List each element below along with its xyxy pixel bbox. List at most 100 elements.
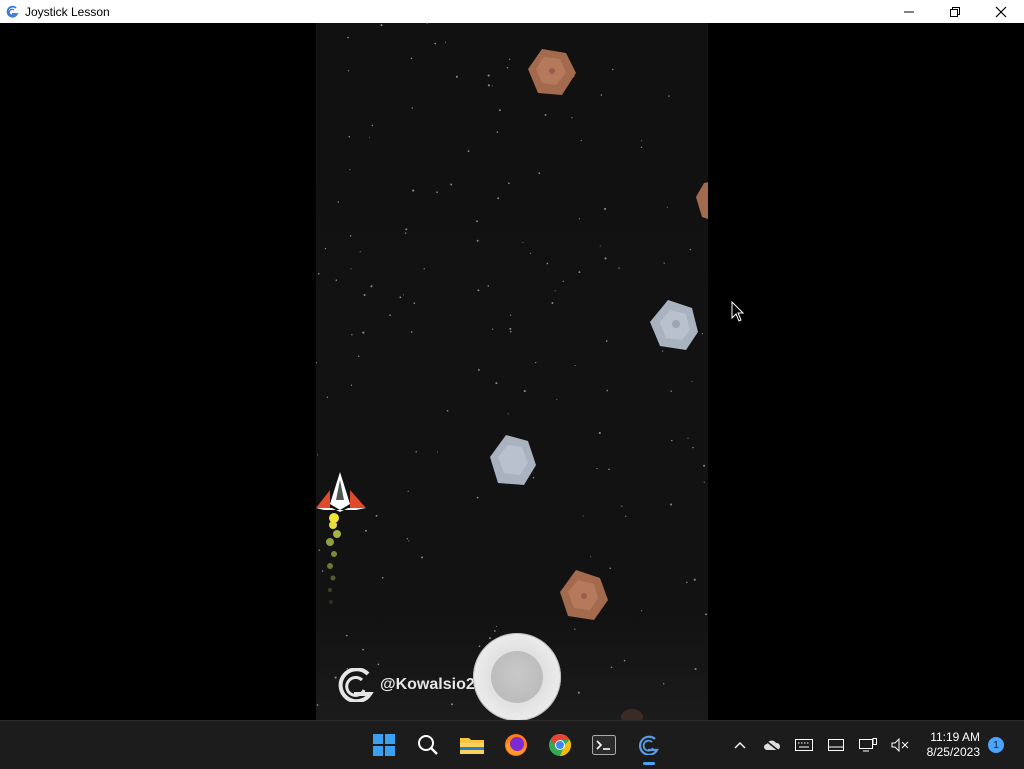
terminal-button[interactable] [582, 721, 626, 769]
star [369, 137, 371, 139]
file-explorer-button[interactable] [450, 721, 494, 769]
star [691, 381, 693, 383]
star [415, 451, 417, 453]
star [375, 514, 378, 517]
asteroid-gray [650, 300, 698, 350]
chrome-icon [549, 734, 571, 756]
star [445, 41, 447, 43]
star [556, 399, 558, 401]
star [606, 389, 609, 392]
star [590, 556, 592, 558]
star [477, 368, 480, 371]
star [420, 556, 424, 559]
star [603, 207, 607, 210]
star [663, 262, 665, 264]
search-icon [418, 735, 438, 755]
star [668, 95, 670, 97]
title-bar: Joystick Lesson [0, 0, 1024, 23]
star [692, 446, 694, 449]
search-button[interactable] [406, 721, 450, 769]
star [324, 247, 327, 250]
star [335, 279, 338, 281]
star [363, 294, 366, 296]
star [494, 630, 496, 632]
star [618, 267, 620, 269]
star [612, 68, 614, 71]
restore-icon [950, 6, 960, 17]
star [410, 331, 413, 333]
clock-date: 8/25/2023 [926, 745, 980, 759]
star [371, 124, 374, 127]
star [694, 667, 697, 671]
joystick-thumb[interactable] [491, 651, 543, 703]
star [347, 70, 350, 72]
show-hidden-icons-button[interactable] [724, 721, 756, 769]
star [641, 140, 643, 142]
star [477, 289, 480, 292]
star [666, 206, 668, 208]
star [402, 294, 405, 296]
asteroid-brown [528, 49, 576, 95]
volume-tray[interactable] [884, 721, 916, 769]
star [489, 637, 491, 640]
star [670, 503, 673, 506]
star [703, 481, 705, 483]
minimize-icon [904, 11, 914, 12]
star [467, 150, 470, 153]
keyboard-tray[interactable] [788, 721, 820, 769]
star [377, 663, 380, 666]
star [662, 682, 665, 685]
star [497, 197, 500, 200]
game-viewport[interactable]: @Kowalsio212 [316, 23, 708, 720]
gdevelop-taskbar-button[interactable] [626, 721, 670, 769]
close-button[interactable] [978, 0, 1024, 23]
onedrive-tray[interactable] [756, 721, 788, 769]
notification-badge[interactable]: 1 [988, 737, 1004, 753]
star [412, 189, 415, 192]
network-tray[interactable] [852, 721, 884, 769]
keyboard-icon [795, 739, 813, 751]
restore-button[interactable] [932, 0, 978, 23]
minimize-button[interactable] [886, 0, 932, 23]
star [529, 252, 531, 254]
star [705, 613, 707, 616]
terminal-icon [592, 735, 616, 755]
star [476, 496, 479, 499]
star [604, 257, 607, 260]
star [316, 454, 319, 456]
chrome-button[interactable] [538, 721, 582, 769]
star [574, 364, 576, 367]
start-button[interactable] [362, 721, 406, 769]
star [399, 296, 402, 299]
star [450, 183, 453, 186]
star [641, 610, 643, 612]
star [578, 271, 581, 274]
game-canvas-area: @Kowalsio212 [0, 23, 1024, 720]
star [582, 515, 584, 517]
star [508, 182, 510, 185]
star [580, 139, 582, 142]
clock[interactable]: 11:19 AM 8/25/2023 [916, 730, 980, 760]
virtual-joystick[interactable] [473, 633, 561, 720]
star [426, 23, 429, 24]
star [492, 328, 494, 330]
star [487, 285, 490, 287]
star [423, 268, 425, 270]
star [350, 268, 352, 270]
star [389, 314, 391, 317]
star [408, 540, 410, 542]
star [404, 232, 407, 234]
star [436, 191, 438, 194]
star [491, 85, 494, 87]
star [326, 396, 329, 398]
star [496, 131, 499, 133]
star [623, 659, 626, 662]
star [578, 218, 580, 220]
display-tray[interactable] [820, 721, 852, 769]
starfield [316, 23, 707, 706]
star [413, 302, 416, 305]
star [509, 58, 511, 60]
asteroid-brown-edge [696, 182, 708, 219]
firefox-button[interactable] [494, 721, 538, 769]
star [599, 245, 601, 247]
